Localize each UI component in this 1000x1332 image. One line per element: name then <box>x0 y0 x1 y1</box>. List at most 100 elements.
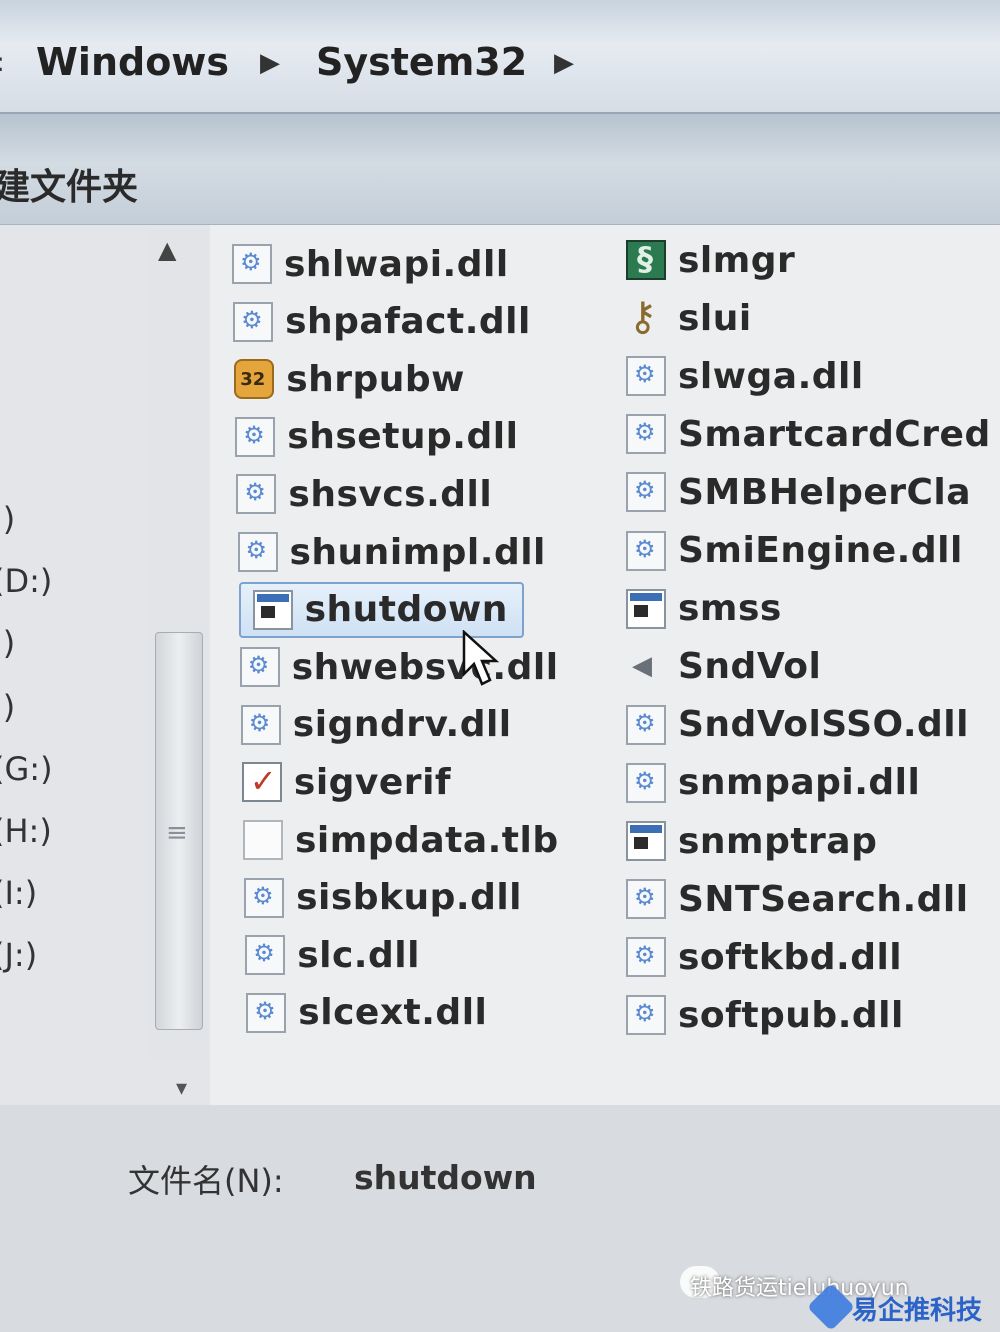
drive-item[interactable]: :) <box>0 624 15 662</box>
installer-icon <box>234 359 275 400</box>
mouse-cursor-icon <box>462 630 500 686</box>
file-name: snmptrap <box>678 820 878 862</box>
dll-icon <box>239 647 280 688</box>
file-item[interactable]: SndVolSSO.dll <box>626 697 969 753</box>
grip-icon: ≡ <box>166 818 188 848</box>
file-name: shsetup.dll <box>287 416 519 458</box>
file-name: SmartcardCred <box>678 413 991 455</box>
file-name: SNTSearch.dll <box>678 878 969 920</box>
file-item[interactable]: slc.dll <box>245 927 420 983</box>
file-item[interactable]: softpub.dll <box>626 987 904 1043</box>
file-name: SndVol <box>678 646 822 688</box>
dll-icon <box>626 879 666 920</box>
file-item[interactable]: shwebsvc.dll <box>239 639 559 695</box>
dll-icon <box>233 301 274 342</box>
dll-icon <box>245 935 286 976</box>
file-name: sisbkup.dll <box>296 877 523 919</box>
file-item[interactable]: slcext.dll <box>246 985 487 1041</box>
file-name: softpub.dll <box>678 994 904 1036</box>
file-item[interactable]: snmpapi.dll <box>626 755 920 811</box>
dll-icon <box>235 416 276 457</box>
blank-file-icon <box>243 820 283 860</box>
breadcrumb-separator-icon[interactable]: ▶ <box>554 48 574 78</box>
file-name: shsvcs.dll <box>288 473 493 515</box>
file-item[interactable]: shsetup.dll <box>235 409 518 465</box>
dll-icon <box>626 762 666 803</box>
filename-input[interactable]: shutdown <box>354 1158 537 1197</box>
drive-item-h[interactable]: (H:) <box>0 812 52 850</box>
drive-item-i[interactable]: (I:) <box>0 874 37 912</box>
new-folder-button[interactable]: 建文件夹 <box>0 158 138 210</box>
file-name: signdrv.dll <box>292 704 512 746</box>
file-item[interactable]: shrpubw <box>234 351 465 407</box>
toolbar <box>0 114 1000 225</box>
dll-icon <box>244 877 285 918</box>
dll-icon <box>246 992 287 1033</box>
file-item[interactable]: shunimpl.dll <box>237 524 546 580</box>
drive-item-d[interactable]: (D:) <box>0 562 52 600</box>
file-name: shunimpl.dll <box>289 531 546 573</box>
dll-icon <box>626 704 666 745</box>
file-item[interactable]: snmptrap <box>626 813 877 869</box>
file-name: shwebsvc.dll <box>291 646 559 688</box>
file-name: SmiEngine.dll <box>678 530 963 571</box>
scroll-down-icon[interactable]: ▾ <box>176 1076 187 1101</box>
drive-item[interactable]: :) <box>0 500 15 538</box>
dll-icon <box>626 356 666 397</box>
scroll-up-icon[interactable]: ▲ <box>158 236 176 264</box>
file-name: smss <box>678 588 782 630</box>
file-item[interactable]: softkbd.dll <box>626 929 902 985</box>
file-item[interactable]: SmiEngine.dll <box>626 523 963 579</box>
file-name: shutdown <box>304 589 508 631</box>
file-name: sigverif <box>293 761 452 803</box>
file-name: slmgr <box>678 239 796 281</box>
filename-label: 文件名(N): <box>128 1162 284 1200</box>
file-item[interactable]: smss <box>626 581 782 637</box>
file-item[interactable]: sigverif <box>241 754 452 810</box>
dll-icon <box>237 532 278 572</box>
file-name: slcext.dll <box>298 992 488 1034</box>
file-item[interactable]: sisbkup.dll <box>244 870 522 926</box>
file-name: shlwapi.dll <box>284 243 509 285</box>
file-item[interactable]: shsvcs.dll <box>236 466 492 522</box>
file-item[interactable]: signdrv.dll <box>240 697 512 753</box>
file-item[interactable]: SndVol <box>626 639 821 695</box>
dll-icon <box>626 472 666 513</box>
exe-icon <box>626 821 666 861</box>
watermark-brand: 易企推科技 <box>852 1296 983 1326</box>
dll-icon <box>232 244 272 284</box>
address-bar[interactable]: : Windows ▶ System32 ▶ <box>0 0 1000 114</box>
dll-icon <box>236 474 277 515</box>
file-name: shrpubw <box>286 358 465 400</box>
breadcrumb-system32[interactable]: System32 <box>316 40 527 84</box>
file-name: slc.dll <box>297 934 420 976</box>
file-item[interactable]: slui <box>626 290 752 346</box>
file-name: slui <box>678 297 752 339</box>
key-icon <box>626 294 666 340</box>
file-name: shpafact.dll <box>285 301 531 343</box>
file-name: simpdata.tlb <box>295 819 559 861</box>
dll-icon <box>240 704 281 745</box>
file-name: snmpapi.dll <box>678 762 921 804</box>
drive-item[interactable]: :) <box>0 688 15 726</box>
exe-icon <box>626 588 666 629</box>
file-item[interactable]: shpafact.dll <box>233 294 531 350</box>
breadcrumb-windows[interactable]: Windows <box>36 40 229 84</box>
file-item[interactable]: shlwapi.dll <box>232 236 509 292</box>
exe-icon <box>252 589 293 630</box>
file-item[interactable]: SNTSearch.dll <box>626 871 969 927</box>
file-name: SMBHelperCla <box>678 471 972 513</box>
dll-icon <box>626 530 666 571</box>
script-icon <box>626 240 666 280</box>
file-item[interactable]: slwga.dll <box>626 348 864 404</box>
file-item[interactable]: simpdata.tlb <box>243 812 559 868</box>
drive-item-g[interactable]: (G:) <box>0 750 53 788</box>
file-name: softkbd.dll <box>678 936 903 978</box>
breadcrumb-separator-icon[interactable]: ▶ <box>260 48 280 78</box>
chevron-right-icon: : <box>0 48 5 78</box>
file-item[interactable]: slmgr <box>626 232 795 288</box>
file-item[interactable]: SmartcardCred <box>626 406 991 462</box>
speaker-icon <box>626 647 666 687</box>
file-item[interactable]: SMBHelperCla <box>626 464 971 520</box>
drive-item-j[interactable]: (J:) <box>0 936 37 974</box>
